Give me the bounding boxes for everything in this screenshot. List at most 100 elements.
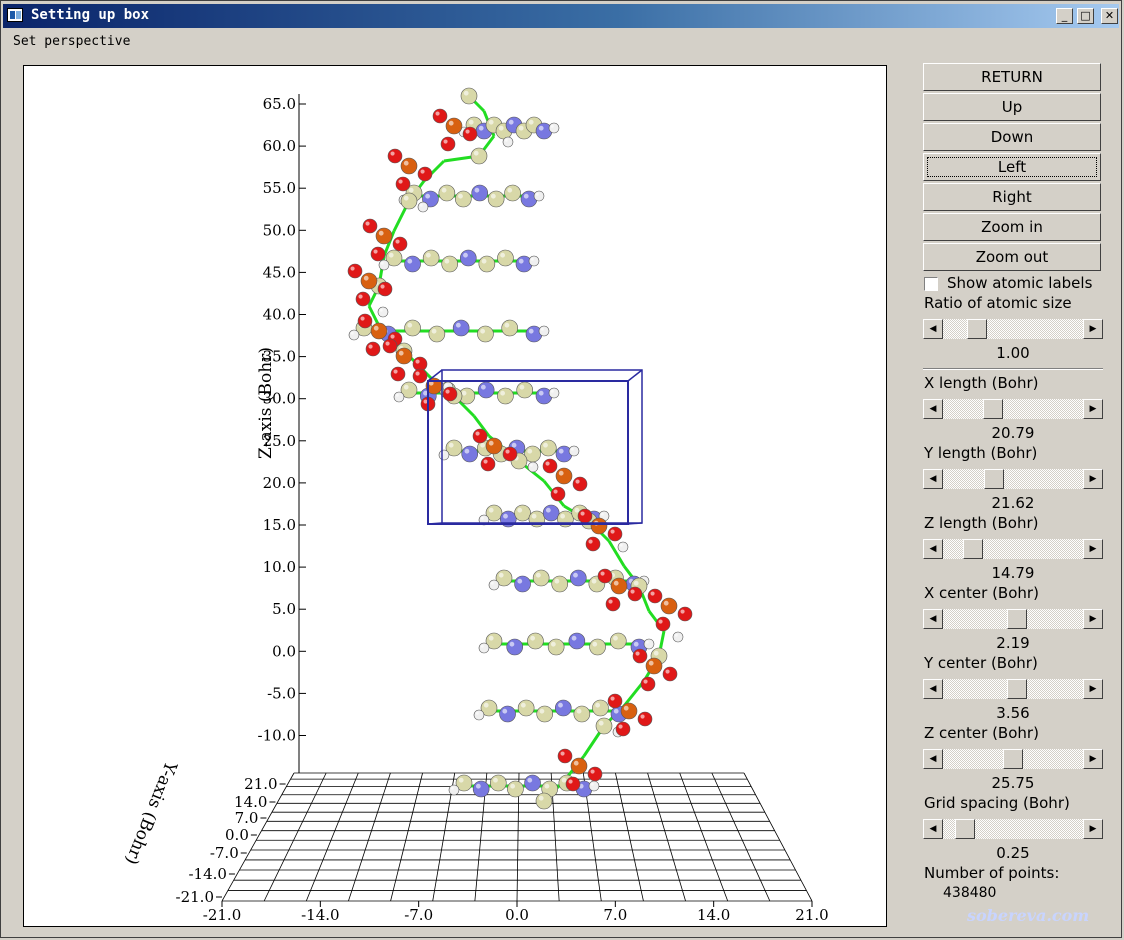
slider-right-arrow-icon[interactable]: ▶ bbox=[1083, 749, 1103, 769]
slider-left-arrow-icon[interactable]: ◀ bbox=[923, 399, 943, 419]
oxygen-atom bbox=[347, 263, 363, 279]
atom-highlight bbox=[388, 252, 394, 258]
slider-left-arrow-icon[interactable]: ◀ bbox=[923, 319, 943, 339]
slider-right-arrow-icon[interactable]: ▶ bbox=[1083, 319, 1103, 339]
z-tick-label: 5.0 bbox=[272, 600, 296, 618]
atom-highlight bbox=[571, 635, 577, 641]
oxygen-atom bbox=[640, 676, 656, 692]
atom-highlight bbox=[445, 389, 450, 394]
atom-highlight bbox=[680, 609, 685, 614]
atom-highlight bbox=[558, 470, 564, 476]
oxygen-atom bbox=[412, 368, 428, 384]
slider-right-arrow-icon[interactable]: ▶ bbox=[1083, 609, 1103, 629]
z-tick-label: 40.0 bbox=[263, 306, 296, 324]
slider-thumb[interactable] bbox=[967, 319, 987, 339]
ratio-slider[interactable]: ◀ ▶ bbox=[923, 319, 1103, 339]
slider-right-arrow-icon[interactable]: ▶ bbox=[1083, 819, 1103, 839]
z-tick-label: 10.0 bbox=[263, 558, 296, 576]
slider-left-arrow-icon[interactable]: ◀ bbox=[923, 469, 943, 489]
oxygen-atom bbox=[355, 291, 371, 307]
slider-left-arrow-icon[interactable]: ◀ bbox=[923, 679, 943, 699]
atom-highlight bbox=[531, 513, 537, 519]
atom-highlight bbox=[458, 777, 464, 783]
atom-highlight bbox=[527, 777, 533, 783]
phosphorus-atom bbox=[485, 437, 503, 455]
slider-thumb[interactable] bbox=[1006, 679, 1027, 699]
molecule-atoms bbox=[347, 87, 693, 810]
nitrogen-atom bbox=[477, 381, 495, 399]
atom-highlight bbox=[480, 442, 486, 448]
oxygen-atom bbox=[542, 458, 558, 474]
zoom-out-button[interactable]: Zoom out bbox=[923, 243, 1101, 271]
param-label: Z length (Bohr) bbox=[924, 514, 1039, 532]
atom-highlight bbox=[403, 195, 409, 201]
param-slider[interactable]: ◀ ▶ bbox=[923, 749, 1103, 769]
y-tick-label: -21.0 bbox=[176, 888, 214, 906]
y-tick-label: 0.0 bbox=[225, 826, 249, 844]
atom-highlight bbox=[378, 230, 384, 236]
atom-highlight bbox=[509, 641, 515, 647]
zoom-in-button[interactable]: Zoom in bbox=[923, 213, 1101, 241]
atom-highlight bbox=[395, 239, 400, 244]
slider-left-arrow-icon[interactable]: ◀ bbox=[923, 539, 943, 559]
x-tick-label: 0.0 bbox=[505, 906, 529, 924]
nitrogen-atom bbox=[452, 319, 470, 337]
carbon-atom bbox=[535, 792, 553, 810]
param-slider[interactable]: ◀ ▶ bbox=[923, 539, 1103, 559]
slider-thumb[interactable] bbox=[983, 469, 1004, 489]
grid-line bbox=[743, 772, 813, 902]
close-button[interactable]: ✕ bbox=[1101, 8, 1118, 24]
atom-highlight bbox=[643, 679, 648, 684]
y-tick-label: 21.0 bbox=[244, 775, 277, 793]
maximize-button[interactable]: □ bbox=[1077, 8, 1094, 24]
z-tick-label: 20.0 bbox=[263, 474, 296, 492]
slider-thumb[interactable] bbox=[982, 399, 1003, 419]
slider-thumb[interactable] bbox=[963, 539, 984, 559]
slider-right-arrow-icon[interactable]: ▶ bbox=[1083, 469, 1103, 489]
atom-highlight bbox=[575, 479, 580, 484]
show-atomic-labels-checkbox[interactable] bbox=[924, 277, 938, 291]
oxygen-atom bbox=[647, 588, 663, 604]
slider-thumb[interactable] bbox=[1006, 609, 1027, 629]
left-button[interactable]: Left bbox=[923, 153, 1101, 181]
up-button[interactable]: Up bbox=[923, 93, 1101, 121]
plot-svg: 65.060.055.050.045.040.035.030.025.020.0… bbox=[121, 87, 829, 924]
slider-left-arrow-icon[interactable]: ◀ bbox=[923, 819, 943, 839]
slider-right-arrow-icon[interactable]: ▶ bbox=[1083, 679, 1103, 699]
title-bar[interactable]: Setting up box _ □ ✕ bbox=[3, 4, 1119, 28]
slider-right-arrow-icon[interactable]: ▶ bbox=[1083, 399, 1103, 419]
oxygen-atom bbox=[365, 341, 381, 357]
minimize-button[interactable]: _ bbox=[1056, 8, 1073, 24]
oxygen-atom bbox=[627, 586, 643, 602]
right-button[interactable]: Right bbox=[923, 183, 1101, 211]
molecule-viewport[interactable]: 65.0 60.0 55.0 50.0 45.0 40.0 35.0 30.0 25.0 20.0… bbox=[23, 65, 887, 927]
slider-left-arrow-icon[interactable]: ◀ bbox=[923, 749, 943, 769]
param-slider[interactable]: ◀ ▶ bbox=[923, 469, 1103, 489]
slider-thumb[interactable] bbox=[955, 819, 975, 839]
param-slider[interactable]: ◀ ▶ bbox=[923, 819, 1103, 839]
atom-highlight bbox=[380, 261, 384, 265]
atom-highlight bbox=[591, 578, 597, 584]
slider-left-arrow-icon[interactable]: ◀ bbox=[923, 609, 943, 629]
atom-highlight bbox=[561, 777, 567, 783]
slider-thumb[interactable] bbox=[1003, 749, 1023, 769]
atom-highlight bbox=[368, 344, 373, 349]
phosphorus-atom bbox=[395, 347, 413, 365]
param-slider[interactable]: ◀ ▶ bbox=[923, 399, 1103, 419]
down-button[interactable]: Down bbox=[923, 123, 1101, 151]
nitrogen-atom bbox=[514, 575, 531, 593]
carbon-atom bbox=[478, 255, 496, 273]
grid-line bbox=[647, 772, 686, 902]
slider-right-arrow-icon[interactable]: ▶ bbox=[1083, 539, 1103, 559]
param-slider[interactable]: ◀ ▶ bbox=[923, 679, 1103, 699]
return-button[interactable]: RETURN bbox=[923, 63, 1101, 91]
atom-highlight bbox=[600, 512, 604, 516]
atom-highlight bbox=[518, 125, 524, 131]
param-slider[interactable]: ◀ ▶ bbox=[923, 609, 1103, 629]
atom-highlight bbox=[590, 769, 595, 774]
x-tick-label: -7.0 bbox=[404, 906, 433, 924]
param-value: 20.79 bbox=[991, 424, 1035, 442]
atom-highlight bbox=[480, 384, 486, 390]
atom-highlight bbox=[480, 644, 484, 648]
hydrogen-atom bbox=[548, 122, 560, 134]
